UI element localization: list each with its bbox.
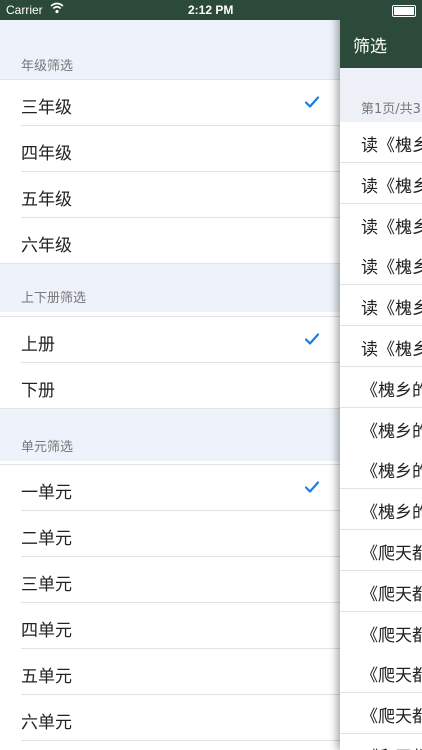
content-item-title: 读《槐乡 [361,299,422,320]
option-label: 三单元 [21,575,72,595]
nav-bar: 筛选 [340,20,422,68]
option-label: 六单元 [21,713,72,733]
page-indicator: 第1页/共3 [340,68,422,122]
content-list-item[interactable]: 《爬天都 [340,530,422,571]
option-label: 三年级 [21,98,72,118]
content-list-item[interactable]: 读《槐乡 [340,326,422,367]
checkmark-icon [304,333,320,345]
option-label: 五单元 [21,667,72,687]
content-item-title: 《爬天都 [361,584,422,605]
content-item-title: 《槐乡的 [361,503,422,524]
option-label: 一单元 [21,483,72,503]
content-item-title: 读《槐乡 [361,176,422,197]
content-list-item[interactable]: 读《槐乡 [340,244,422,286]
filter-nav-button[interactable]: 筛选 [353,32,387,57]
content-item-title: 《槐乡的 [361,462,422,483]
content-item-title: 读《槐乡 [361,340,422,360]
section-header-grade: 年级筛选 [0,52,340,80]
option-label: 二单元 [21,529,72,549]
content-item-title: 《槐乡的 [361,380,422,401]
content-list-item[interactable]: 《爬天都 [340,611,422,653]
content-list-item[interactable]: 《爬天都 [340,570,422,612]
content-list-item[interactable]: 《爬天都 [340,652,422,694]
content-list-item[interactable]: 读《槐乡 [340,122,422,163]
grade-option-4[interactable]: 四年级 [0,126,340,172]
content-item-title: 《槐乡的 [361,421,422,442]
content-item-title: 《爬天都 [361,544,422,564]
grade-option-3[interactable]: 三年级 [0,80,340,126]
content-list-item[interactable]: 《爬天都 [340,734,422,750]
volume-option-upper[interactable]: 上册 [0,317,340,363]
content-list-item[interactable]: 《槐乡的 [340,407,422,449]
filter-drawer: 年级筛选 三年级 四年级 五年级 六年级 上下册筛选 上册 下册 单元筛选 一单… [0,0,340,750]
content-item-title: 《爬天都 [361,707,422,728]
carrier-label: Carrier [6,3,43,17]
content-item-title: 读《槐乡 [361,136,422,156]
unit-option-5[interactable]: 五单元 [0,649,340,695]
option-label: 四年级 [21,144,72,164]
content-item-title: 《爬天都 [361,666,422,687]
content-list-item[interactable]: 《爬天都 [340,693,422,735]
checkmark-icon [304,481,320,493]
option-label: 五年级 [21,190,72,210]
content-item-title: 《爬天都 [361,625,422,646]
content-list-item[interactable]: 《槐乡的 [340,489,422,531]
content-list-item[interactable]: 读《槐乡 [340,203,422,245]
checkmark-icon [304,96,320,108]
grade-option-5[interactable]: 五年级 [0,172,340,218]
unit-option-1[interactable]: 一单元 [0,465,340,511]
content-item-title: 《爬天都 [361,743,422,750]
wifi-icon [50,2,64,17]
content-item-title: 读《槐乡 [361,258,422,279]
volume-option-lower[interactable]: 下册 [0,363,340,409]
status-bar: Carrier 2:12 PM [0,0,422,20]
section-header-unit: 单元筛选 [0,433,340,461]
option-label: 六年级 [21,236,72,256]
content-panel[interactable]: 筛选 第1页/共3 读《槐乡 读《槐乡 读《槐乡 读《槐乡 读《槐乡 读《槐乡 《槐乡的 《槐… [340,0,422,750]
unit-option-6[interactable]: 六单元 [0,695,340,741]
content-item-title: 读《槐乡 [361,217,422,238]
section-header-volume: 上下册筛选 [0,284,340,312]
option-label: 下册 [21,381,55,401]
option-label: 上册 [21,335,55,355]
content-list-item[interactable]: 读《槐乡 [340,162,422,204]
unit-option-4[interactable]: 四单元 [0,603,340,649]
grade-option-6[interactable]: 六年级 [0,218,340,264]
battery-icon [392,5,416,17]
content-list-item[interactable]: 读《槐乡 [340,285,422,327]
option-label: 四单元 [21,621,72,641]
page-info-label: 第1页/共3 [361,102,421,117]
unit-option-3[interactable]: 三单元 [0,557,340,603]
content-list-item[interactable]: 《槐乡的 [340,366,422,408]
content-list-item[interactable]: 《槐乡的 [340,448,422,490]
unit-option-2[interactable]: 二单元 [0,511,340,557]
clock: 2:12 PM [188,3,234,17]
